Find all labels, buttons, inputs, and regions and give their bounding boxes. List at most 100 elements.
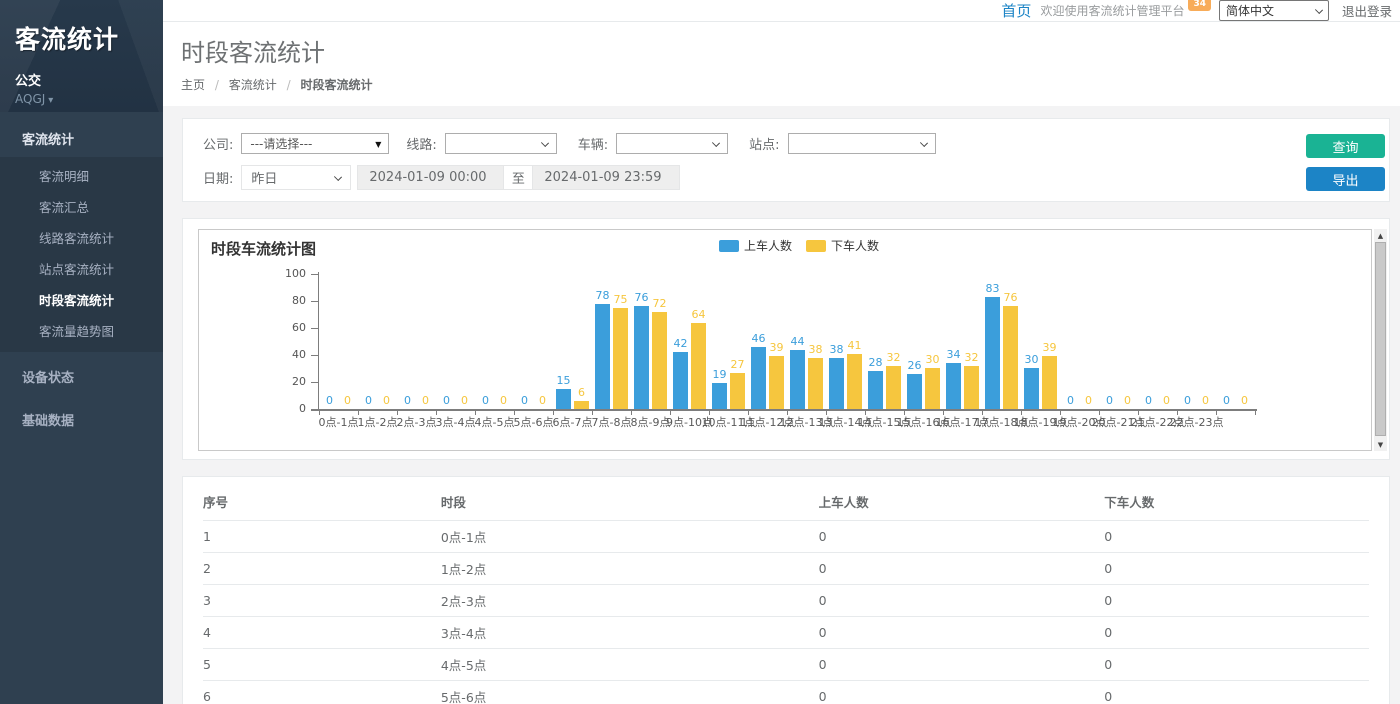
bar [751,347,766,409]
col-header-index: 序号 [203,481,441,521]
sidebar-item-passenger-detail[interactable]: 客流明细 [0,160,163,191]
sidebar-item-period-stats[interactable]: 时段客流统计 [0,284,163,315]
content: 公司: ---请选择--- ▼ 线路: 车辆: 站点: [163,106,1400,704]
chart-scrollbar[interactable]: ▲ ▼ [1374,229,1387,451]
breadcrumb: 主页 / 客流统计 / 时段客流统计 [181,76,1400,93]
sidebar-item-device-status[interactable]: 设备状态 [0,358,163,395]
bar-value-label: 78 [596,289,610,302]
table-cell: 2点-3点 [441,585,819,617]
bar-value-label: 64 [692,308,706,321]
company-select[interactable]: ---请选择--- ▼ [241,133,389,154]
bar-value-label: 75 [614,293,628,306]
bar [769,356,784,409]
bar-value-label: 0 [461,394,468,407]
company-value: ---请选择--- [250,135,312,152]
x-axis-label: 1点-2点 [358,414,398,430]
table-row: 32点-3点00 [203,585,1369,617]
date-start-input[interactable]: 2024-01-09 00:00 [357,165,504,190]
table-row: 21点-2点00 [203,553,1369,585]
bar-value-label: 42 [674,337,688,350]
bar-value-label: 30 [1025,353,1039,366]
bar [808,358,823,409]
caret-down-icon: ▾ [48,95,53,106]
scrollbar-thumb[interactable] [1375,242,1386,436]
bar [673,352,688,409]
chart-plot: 020406080100000点-1点001点-2点002点-3点003点-4点… [199,230,1371,450]
chevron-down-icon [541,139,549,147]
date-preset-select[interactable]: 昨日 [241,165,351,190]
sidebar-item-trend-chart[interactable]: 客流量趋势图 [0,315,163,346]
language-select[interactable]: 简体中文 [1219,0,1329,21]
bar-value-label: 83 [986,282,1000,295]
bar-value-label: 0 [422,394,429,407]
bar-value-label: 0 [1202,394,1209,407]
table-row: 65点-6点00 [203,681,1369,704]
bar-value-label: 0 [1145,394,1152,407]
bar-value-label: 0 [482,394,489,407]
y-tick-label: 40 [274,348,306,361]
y-tick-label: 80 [274,294,306,307]
export-button[interactable]: 导出 [1306,167,1385,191]
vehicle-select[interactable] [616,133,728,154]
language-value: 简体中文 [1226,2,1274,19]
bar-value-label: 0 [344,394,351,407]
scroll-up-icon[interactable]: ▲ [1374,229,1387,242]
col-header-period: 时段 [441,481,819,521]
bar-value-label: 0 [404,394,411,407]
table-cell: 3点-4点 [441,617,819,649]
x-axis-label: 2点-3点 [397,414,437,430]
sidebar-item-passenger-stats[interactable]: 客流统计 [0,120,163,157]
breadcrumb-passenger-stats[interactable]: 客流统计 [229,78,277,92]
bar-value-label: 0 [521,394,528,407]
bar-value-label: 26 [908,359,922,372]
table-cell: 0 [819,521,1105,553]
sidebar-item-line-stats[interactable]: 线路客流统计 [0,222,163,253]
sidebar-item-passenger-summary[interactable]: 客流汇总 [0,191,163,222]
bar-value-label: 15 [557,374,571,387]
x-axis-label: 8点-9点 [631,414,671,430]
table-cell: 1点-2点 [441,553,819,585]
chevron-down-icon [1315,6,1323,14]
query-button[interactable]: 查询 [1306,134,1385,158]
notification-badge[interactable]: 34 [1188,0,1211,11]
table-cell: 5点-6点 [441,681,819,704]
sidebar-item-station-stats[interactable]: 站点客流统计 [0,253,163,284]
y-tick-label: 20 [274,375,306,388]
select-triangle-icon: ▼ [375,140,381,149]
date-end-input[interactable]: 2024-01-09 23:59 [532,165,680,190]
bar-value-label: 34 [947,348,961,361]
bar-value-label: 6 [578,386,585,399]
topbar: 首页 欢迎使用客流统计管理平台 34 简体中文 退出登录 [163,0,1400,22]
table-cell: 0点-1点 [441,521,819,553]
logout-link[interactable]: 退出登录 [1342,1,1392,20]
bar-value-label: 76 [635,291,649,304]
bar [925,368,940,409]
date-preset-value: 昨日 [251,168,277,187]
sidebar-item-base-data[interactable]: 基础数据 [0,401,163,438]
y-tick [311,355,318,356]
bar-value-label: 0 [443,394,450,407]
x-tick [1255,409,1256,415]
table-cell: 3 [203,585,441,617]
breadcrumb-home[interactable]: 主页 [181,78,205,92]
bar-value-label: 0 [365,394,372,407]
station-select[interactable] [788,133,936,154]
line-select[interactable] [445,133,557,154]
bar-value-label: 0 [539,394,546,407]
x-axis-label: 0点-1点 [319,414,359,430]
user-dropdown[interactable]: AQGJ▾ [15,92,147,106]
table-cell: 4点-5点 [441,649,819,681]
company-label: 公司: [203,134,233,153]
x-axis-label: 6点-7点 [553,414,593,430]
bar-value-label: 0 [500,394,507,407]
scroll-down-icon[interactable]: ▼ [1374,438,1387,451]
bar [712,383,727,409]
bar-value-label: 72 [653,297,667,310]
bar-value-label: 38 [809,343,823,356]
home-link[interactable]: 首页 [1001,0,1031,21]
bar-value-label: 27 [731,358,745,371]
bar [868,371,883,409]
breadcrumb-separator: / [287,78,291,92]
table-cell: 5 [203,649,441,681]
line-label: 线路: [406,134,436,153]
